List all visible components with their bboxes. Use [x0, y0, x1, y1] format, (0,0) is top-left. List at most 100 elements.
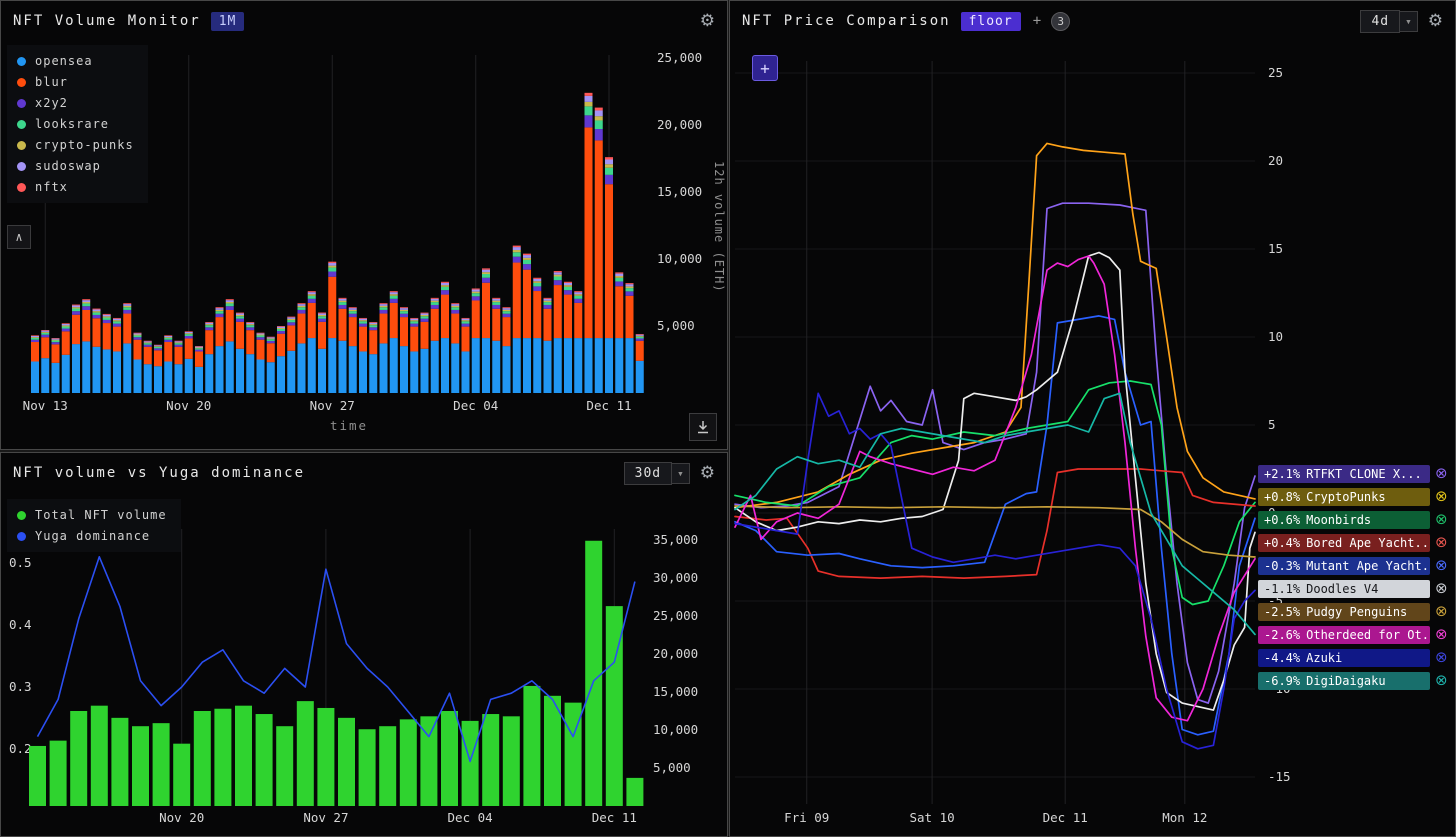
bar-segment-crypto-punks — [31, 337, 39, 338]
chevron-down-icon[interactable]: ▾ — [1400, 10, 1418, 32]
svg-text:0.5: 0.5 — [9, 555, 32, 570]
bar-segment-sudoswap — [256, 333, 265, 335]
token-badge-DigiDaigaku[interactable]: -6.9% DigiDaigaku — [1258, 671, 1430, 690]
token-close-icon[interactable]: ⊗ — [1435, 535, 1448, 550]
token-name: Azuki — [1306, 650, 1343, 665]
legend-label: crypto-punks — [35, 138, 134, 152]
legend-collapse-button[interactable]: ∧ — [7, 225, 31, 249]
svg-text:15,000: 15,000 — [653, 684, 698, 699]
legend-item-opensea[interactable]: opensea — [17, 54, 134, 68]
bar-segment-blur — [625, 295, 634, 339]
svg-text:Nov 27: Nov 27 — [310, 398, 355, 413]
price-comparison-line-chart[interactable]: Fri 09Sat 10Dec 11Mon 122520151050-5-10-… — [730, 39, 1455, 836]
price-timerange-select[interactable]: 4d — [1360, 9, 1401, 33]
token-badge-Pudgy Penguins[interactable]: -2.5% Pudgy Penguins — [1258, 602, 1430, 621]
token-change: +0.8% — [1264, 489, 1301, 504]
bar-segment-blur — [205, 330, 214, 355]
token-close-icon[interactable]: ⊗ — [1435, 466, 1448, 481]
bar-segment-blur — [512, 262, 521, 339]
bar-segment-sudoswap — [297, 304, 306, 306]
bar-segment-x2y2 — [287, 322, 296, 326]
token-close-icon[interactable]: ⊗ — [1435, 558, 1448, 573]
bar-segment-x2y2 — [471, 296, 480, 301]
bar-segment-sudoswap — [605, 159, 613, 165]
chevron-up-icon: ∧ — [15, 230, 23, 244]
legend-item-Yuga dominance[interactable]: Yuga dominance — [17, 529, 167, 543]
add-token-button[interactable]: + — [752, 55, 778, 81]
bar-segment-x2y2 — [236, 318, 244, 322]
legend-item-sudoswap[interactable]: sudoswap — [17, 159, 134, 173]
token-close-icon[interactable]: ⊗ — [1435, 512, 1448, 527]
bar-segment-nftx — [215, 307, 224, 309]
bar-segment-crypto-punks — [574, 294, 583, 296]
volume-range-badge[interactable]: 1M — [210, 11, 245, 31]
bar-segment-blur — [92, 318, 101, 347]
token-badge-CryptoPunks[interactable]: +0.8% CryptoPunks — [1258, 487, 1430, 506]
bar-segment-blur — [461, 326, 470, 352]
price-metric-badge[interactable]: floor — [960, 11, 1021, 31]
bar-segment-crypto-punks — [184, 333, 193, 335]
bar-segment-looksrare — [184, 334, 193, 336]
more-tokens-count-badge[interactable]: 3 — [1051, 11, 1071, 31]
bar-segment-x2y2 — [184, 335, 193, 339]
token-badge-Doodles V4[interactable]: -1.1% Doodles V4 — [1258, 579, 1430, 598]
bar-segment-nftx — [420, 312, 429, 314]
svg-text:15,000: 15,000 — [657, 184, 702, 199]
price-panel-title: NFT Price Comparison — [742, 13, 951, 29]
token-close-icon[interactable]: ⊗ — [1435, 650, 1448, 665]
price-settings-gear-icon[interactable]: ⚙ — [1428, 11, 1443, 31]
token-badge-Moonbirds[interactable]: +0.6% Moonbirds — [1258, 510, 1430, 529]
volume-settings-gear-icon[interactable]: ⚙ — [700, 11, 715, 31]
yuga-settings-gear-icon[interactable]: ⚙ — [700, 463, 715, 483]
token-close-icon[interactable]: ⊗ — [1435, 673, 1448, 688]
bar-segment-sudoswap — [625, 284, 634, 287]
bar-segment-sudoswap — [359, 318, 367, 321]
bar-segment-opensea — [574, 338, 583, 393]
yuga-chart-legend: Total NFT volume Yuga dominance — [7, 499, 181, 552]
bar-segment-looksrare — [533, 282, 542, 287]
legend-item-Total NFT volume[interactable]: Total NFT volume — [17, 508, 167, 522]
token-badge-Bored Ape Yacht...[interactable]: +0.4% Bored Ape Yacht... — [1258, 533, 1430, 552]
chevron-down-icon[interactable]: ▾ — [672, 462, 690, 484]
token-badge-Azuki[interactable]: -4.4% Azuki — [1258, 648, 1430, 667]
download-chart-button[interactable] — [689, 413, 717, 441]
token-close-icon[interactable]: ⊗ — [1435, 489, 1448, 504]
bar-segment-x2y2 — [266, 340, 275, 344]
token-close-icon[interactable]: ⊗ — [1435, 581, 1448, 596]
token-close-icon[interactable]: ⊗ — [1435, 627, 1448, 642]
token-close-icon[interactable]: ⊗ — [1435, 604, 1448, 619]
bar-segment-sudoswap — [523, 255, 531, 258]
token-badge-Mutant Ape Yacht...[interactable]: -0.3% Mutant Ape Yacht... — [1258, 556, 1430, 575]
token-change: -2.6% — [1264, 627, 1301, 642]
legend-item-x2y2[interactable]: x2y2 — [17, 96, 134, 110]
bar-segment-opensea — [82, 341, 91, 393]
bar-segment-sudoswap — [441, 282, 449, 286]
bar-segment-sudoswap — [195, 346, 203, 348]
bar-segment-looksrare — [389, 295, 398, 299]
bar-segment-x2y2 — [256, 337, 265, 340]
token-badge-Otherdeed for Ot...[interactable]: -2.6% Otherdeed for Ot... — [1258, 625, 1430, 644]
bar-segment-opensea — [143, 364, 152, 393]
bar-segment-opensea — [410, 351, 419, 393]
bar-segment-x2y2 — [389, 298, 398, 303]
bar-segment-nftx — [277, 326, 285, 327]
bar-segment-opensea — [51, 362, 60, 393]
bar-segment-opensea — [420, 348, 429, 393]
legend-dot-icon — [17, 510, 26, 520]
bar-segment-nftx — [318, 312, 326, 314]
legend-item-blur[interactable]: blur — [17, 75, 134, 89]
legend-item-nftx[interactable]: nftx — [17, 180, 134, 194]
bar-segment-crypto-punks — [61, 325, 70, 327]
bar-segment-crypto-punks — [533, 281, 542, 283]
legend-label: looksrare — [35, 117, 110, 131]
legend-item-looksrare[interactable]: looksrare — [17, 117, 134, 131]
bar-segment-opensea — [471, 338, 480, 393]
bar-segment-x2y2 — [31, 339, 39, 343]
bar-segment-nftx — [164, 335, 173, 336]
token-badge-RTFKT CLONE X...[interactable]: +2.1% RTFKT CLONE X... — [1258, 464, 1430, 483]
legend-item-crypto-punks[interactable]: crypto-punks — [17, 138, 134, 152]
yuga-dominance-panel: NFT volume vs Yuga dominance 30d ▾ ⚙ Nov… — [0, 452, 728, 837]
bar-segment-crypto-punks — [400, 309, 408, 312]
yuga-timerange-select[interactable]: 30d — [623, 461, 673, 485]
bar-segment-opensea — [154, 366, 162, 393]
